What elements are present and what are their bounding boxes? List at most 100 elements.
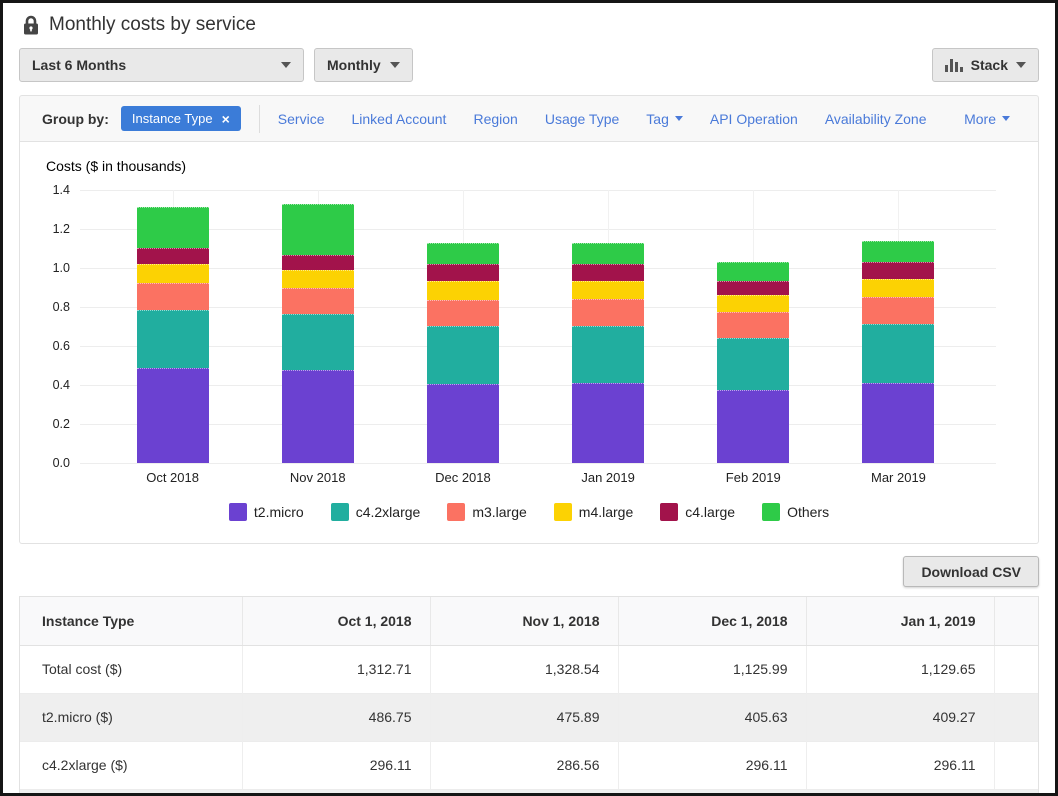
group-by-link-linked-account[interactable]: Linked Account: [351, 111, 446, 127]
stacked-bar-nov-2018[interactable]: [282, 204, 354, 463]
bar-segment-c4-large[interactable]: [717, 281, 789, 295]
legend-swatch: [229, 503, 247, 521]
cell-value: 1,129.65: [806, 645, 994, 693]
bar-segment-m4-large[interactable]: [717, 295, 789, 312]
link-label: API Operation: [710, 111, 798, 127]
column-header-jan-1-2019: Jan 1, 2019: [806, 597, 994, 645]
bar-segment-c4-large[interactable]: [137, 248, 209, 263]
group-by-link-service[interactable]: Service: [278, 111, 325, 127]
stacked-bar-jan-2019[interactable]: [572, 243, 644, 463]
cell-partial: [994, 693, 1038, 741]
group-by-selected-pill[interactable]: Instance Type ×: [121, 106, 241, 131]
bar-segment-others[interactable]: [137, 207, 209, 248]
group-by-link-tag[interactable]: Tag: [646, 111, 683, 127]
bar-segment-others[interactable]: [862, 241, 934, 262]
bar-segment-c4-2xlarge[interactable]: [282, 314, 354, 370]
bar-slot-jan-2019: [536, 190, 681, 463]
chevron-down-icon: [1016, 62, 1026, 68]
chart-x-axis: Oct 2018Nov 2018Dec 2018Jan 2019Feb 2019…: [100, 470, 971, 485]
bar-segment-c4-large[interactable]: [862, 262, 934, 279]
bar-segment-others[interactable]: [572, 243, 644, 264]
bar-segment-m3-large[interactable]: [282, 288, 354, 315]
bar-segment-t2-micro[interactable]: [572, 383, 644, 463]
chart-style-value: Stack: [971, 57, 1008, 73]
chart-panel: Costs ($ in thousands) 1.41.21.00.80.60.…: [19, 142, 1039, 544]
bar-segment-m4-large[interactable]: [572, 281, 644, 299]
bar-segment-t2-micro[interactable]: [282, 370, 354, 463]
column-header-nov-1-2018: Nov 1, 2018: [430, 597, 618, 645]
bar-segment-m3-large[interactable]: [572, 299, 644, 326]
bar-segment-others[interactable]: [427, 243, 499, 263]
y-tick-label: 0.6: [36, 339, 70, 353]
chart-style-dropdown[interactable]: Stack: [932, 48, 1039, 82]
granularity-dropdown[interactable]: Monthly: [314, 48, 413, 82]
y-tick-label: 0.0: [36, 456, 70, 470]
bar-slot-nov-2018: [245, 190, 390, 463]
bar-segment-t2-micro[interactable]: [862, 383, 934, 463]
stacked-bar-mar-2019[interactable]: [862, 241, 934, 463]
chevron-down-icon: [675, 116, 683, 121]
bar-segment-c4-large[interactable]: [572, 264, 644, 281]
bar-segment-c4-2xlarge[interactable]: [137, 310, 209, 368]
granularity-value: Monthly: [327, 57, 381, 73]
bar-segment-m3-large[interactable]: [862, 297, 934, 324]
legend-item-c4-large[interactable]: c4.large: [660, 503, 735, 521]
legend-item-others[interactable]: Others: [762, 503, 829, 521]
bar-segment-m4-large[interactable]: [282, 270, 354, 288]
legend-item-m3-large[interactable]: m3.large: [447, 503, 526, 521]
bar-segment-m3-large[interactable]: [427, 300, 499, 327]
legend-item-c4-2xlarge[interactable]: c4.2xlarge: [331, 503, 421, 521]
group-by-selected-label: Instance Type: [132, 111, 213, 126]
group-by-link-region[interactable]: Region: [473, 111, 517, 127]
group-by-label: Group by:: [42, 111, 109, 127]
bar-slot-dec-2018: [390, 190, 535, 463]
divider: [259, 105, 260, 133]
table-body: Total cost ($)1,312.711,328.541,125.991,…: [20, 645, 1038, 789]
chevron-down-icon: [1002, 116, 1010, 121]
titlebar: Monthly costs by service: [23, 3, 1039, 36]
legend-item-t2-micro[interactable]: t2.micro: [229, 503, 304, 521]
close-icon[interactable]: ×: [222, 112, 230, 126]
bar-segment-c4-2xlarge[interactable]: [572, 326, 644, 384]
bar-segment-others[interactable]: [717, 262, 789, 281]
cell-value: 296.11: [806, 741, 994, 789]
bar-segment-t2-micro[interactable]: [717, 390, 789, 464]
chevron-down-icon: [390, 62, 400, 68]
link-label: Service: [278, 111, 325, 127]
date-range-dropdown[interactable]: Last 6 Months: [19, 48, 304, 82]
bar-segment-m4-large[interactable]: [862, 279, 934, 297]
stacked-bar-oct-2018[interactable]: [137, 207, 209, 463]
bar-segment-others[interactable]: [282, 204, 354, 255]
table-row-c4-2xlarge: c4.2xlarge ($)296.11286.56296.11296.11: [20, 741, 1038, 789]
bar-segment-m3-large[interactable]: [717, 312, 789, 338]
group-by-link-api-operation[interactable]: API Operation: [710, 111, 798, 127]
group-by-link-usage-type[interactable]: Usage Type: [545, 111, 619, 127]
bar-segment-c4-large[interactable]: [427, 264, 499, 282]
legend-item-m4-large[interactable]: m4.large: [554, 503, 633, 521]
bar-segment-c4-2xlarge[interactable]: [862, 324, 934, 383]
bar-segment-c4-2xlarge[interactable]: [717, 338, 789, 390]
cell-value: 286.56: [430, 741, 618, 789]
group-by-link-more[interactable]: More: [964, 111, 1010, 127]
link-label: Usage Type: [545, 111, 619, 127]
bar-segment-c4-2xlarge[interactable]: [427, 326, 499, 384]
link-label: Linked Account: [351, 111, 446, 127]
table-row-t2-micro: t2.micro ($)486.75475.89405.63409.27: [20, 693, 1038, 741]
cell-value: 1,312.71: [242, 645, 430, 693]
table-row-total-cost: Total cost ($)1,312.711,328.541,125.991,…: [20, 645, 1038, 693]
legend-label: m3.large: [472, 504, 526, 520]
bar-segment-m4-large[interactable]: [137, 264, 209, 284]
bar-segment-c4-large[interactable]: [282, 255, 354, 270]
download-csv-button[interactable]: Download CSV: [903, 556, 1039, 587]
legend-label: m4.large: [579, 504, 633, 520]
stacked-bar-dec-2018[interactable]: [427, 243, 499, 463]
bar-segment-m4-large[interactable]: [427, 281, 499, 299]
link-label: Availability Zone: [825, 111, 927, 127]
column-header-partial: [994, 597, 1038, 645]
bar-segment-m3-large[interactable]: [137, 283, 209, 310]
group-by-link-availability-zone[interactable]: Availability Zone: [825, 111, 927, 127]
bar-segment-t2-micro[interactable]: [427, 384, 499, 463]
x-tick-label: Feb 2019: [681, 470, 826, 485]
stacked-bar-feb-2019[interactable]: [717, 262, 789, 463]
bar-segment-t2-micro[interactable]: [137, 368, 209, 463]
